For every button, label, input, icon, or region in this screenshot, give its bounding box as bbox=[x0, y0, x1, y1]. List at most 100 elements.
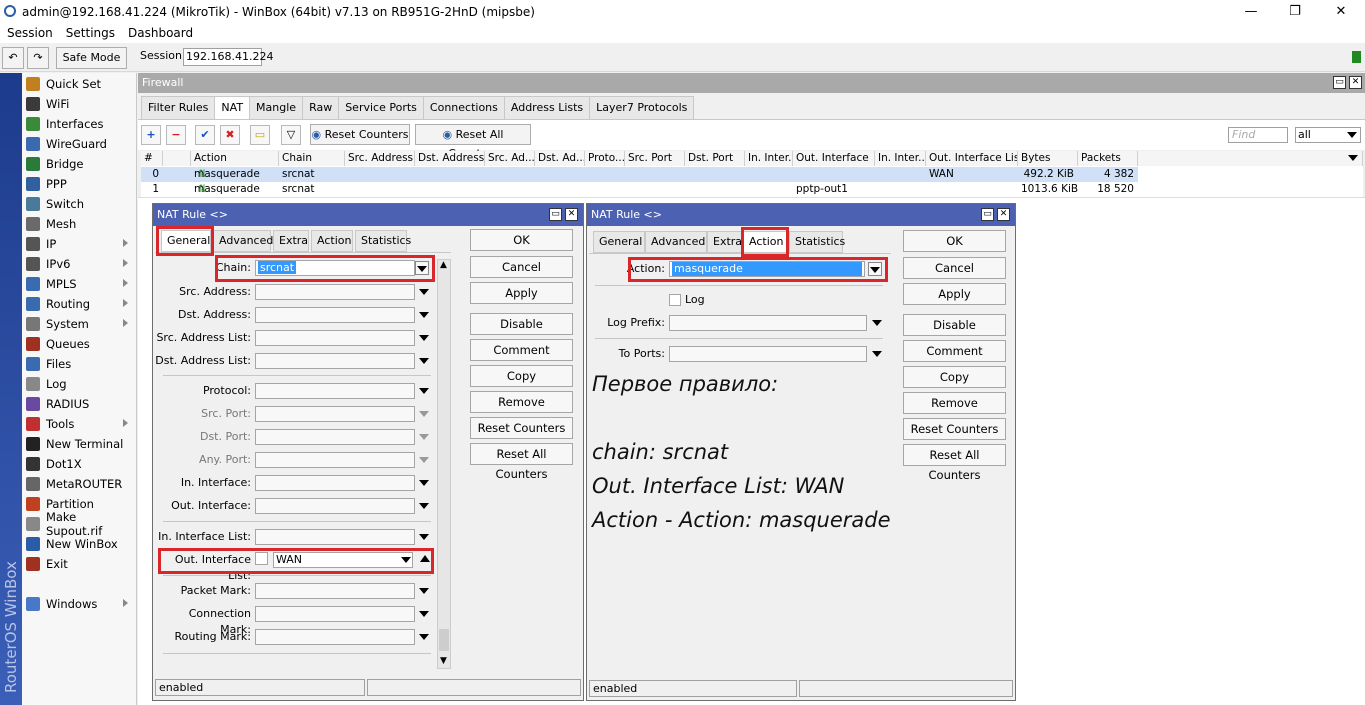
dropdown-arrow-icon[interactable] bbox=[419, 457, 429, 463]
field-protocol[interactable] bbox=[255, 383, 415, 399]
column-header[interactable]: Dst. Port bbox=[685, 151, 745, 166]
column-header[interactable]: Out. Interface List bbox=[926, 151, 1018, 166]
sidebar-item-windows[interactable]: Windows bbox=[22, 594, 136, 614]
sidebar-item-new-winbox[interactable]: New WinBox bbox=[22, 534, 136, 554]
column-header[interactable]: Packets bbox=[1078, 151, 1138, 166]
sidebar-item-tools[interactable]: Tools bbox=[22, 414, 136, 434]
button-remove[interactable]: Remove bbox=[903, 392, 1006, 414]
sidebar-item-mesh[interactable]: Mesh bbox=[22, 214, 136, 234]
sidebar-item-queues[interactable]: Queues bbox=[22, 334, 136, 354]
column-header[interactable]: Chain bbox=[279, 151, 345, 166]
dropdown-arrow-icon[interactable] bbox=[419, 480, 429, 486]
column-header[interactable]: # bbox=[141, 151, 163, 166]
column-header[interactable]: In. Inter... bbox=[745, 151, 793, 166]
tab-service-ports[interactable]: Service Ports bbox=[338, 96, 424, 119]
sidebar-item-ppp[interactable]: PPP bbox=[22, 174, 136, 194]
sidebar-item-switch[interactable]: Switch bbox=[22, 194, 136, 214]
remove-icon[interactable]: − bbox=[166, 125, 186, 145]
column-header[interactable]: Src. Address bbox=[345, 151, 415, 166]
sidebar-item-quick-set[interactable]: Quick Set bbox=[22, 74, 136, 94]
tab-filter-rules[interactable]: Filter Rules bbox=[141, 96, 216, 119]
field-src-address-list[interactable] bbox=[255, 330, 415, 346]
safe-mode-button[interactable]: Safe Mode bbox=[56, 47, 127, 69]
column-menu-icon[interactable] bbox=[1348, 155, 1358, 161]
tab-connections[interactable]: Connections bbox=[422, 96, 505, 119]
dropdown-arrow-icon[interactable] bbox=[419, 611, 429, 617]
comment-icon[interactable]: ▭ bbox=[250, 125, 270, 145]
firewall-close-button[interactable]: ✕ bbox=[1349, 76, 1362, 89]
sidebar-item-ip[interactable]: IP bbox=[22, 234, 136, 254]
dialog-title[interactable]: NAT Rule <> bbox=[153, 204, 583, 226]
tab-raw[interactable]: Raw bbox=[302, 96, 340, 119]
menu-settings[interactable]: Settings bbox=[66, 26, 115, 40]
button-reset-all-counters[interactable]: Reset All Counters bbox=[470, 443, 573, 481]
button-apply[interactable]: Apply bbox=[903, 283, 1006, 305]
button-cancel[interactable]: Cancel bbox=[903, 257, 1006, 279]
tab-address-lists[interactable]: Address Lists bbox=[503, 96, 591, 119]
dropdown-arrow-icon[interactable] bbox=[419, 289, 429, 295]
column-header[interactable]: Action bbox=[191, 151, 279, 166]
field-in-interface-list[interactable] bbox=[255, 529, 415, 545]
dropdown-arrow-icon[interactable] bbox=[872, 320, 882, 326]
dropdown-arrow-icon[interactable] bbox=[419, 411, 429, 417]
tab-layer7-protocols[interactable]: Layer7 Protocols bbox=[589, 96, 695, 119]
column-header[interactable]: Src. Ad... bbox=[485, 151, 535, 166]
button-disable[interactable]: Disable bbox=[470, 313, 573, 335]
tab-general[interactable]: General bbox=[593, 231, 645, 253]
scrollbar[interactable] bbox=[437, 259, 451, 669]
button-reset-counters[interactable]: Reset Counters bbox=[903, 418, 1006, 440]
dialog-close-button[interactable]: ✕ bbox=[565, 208, 578, 221]
reset-counters-button[interactable]: ◉ Reset Counters bbox=[310, 124, 410, 145]
button-comment[interactable]: Comment bbox=[470, 339, 573, 361]
field-dst-address-list[interactable] bbox=[255, 353, 415, 369]
button-ok[interactable]: OK bbox=[470, 229, 573, 251]
dialog-maximize-button[interactable]: ▭ bbox=[981, 208, 994, 221]
sidebar-item-ipv6[interactable]: IPv6 bbox=[22, 254, 136, 274]
column-header[interactable]: In. Inter... bbox=[875, 151, 926, 166]
enable-icon[interactable]: ✔ bbox=[195, 125, 215, 145]
button-copy[interactable]: Copy bbox=[470, 365, 573, 387]
sidebar-item-files[interactable]: Files bbox=[22, 354, 136, 374]
dropdown-arrow-icon[interactable] bbox=[419, 358, 429, 364]
menu-dashboard[interactable]: Dashboard bbox=[128, 26, 193, 40]
log-checkbox[interactable] bbox=[669, 294, 681, 306]
tab-statistics[interactable]: Statistics bbox=[789, 231, 845, 253]
field-out-interface[interactable] bbox=[255, 498, 415, 514]
sidebar-item-make-supout-rif[interactable]: Make Supout.rif bbox=[22, 510, 136, 538]
button-remove[interactable]: Remove bbox=[470, 391, 573, 413]
dialog-maximize-button[interactable]: ▭ bbox=[549, 208, 562, 221]
tab-advanced[interactable]: Advanced bbox=[213, 230, 273, 252]
column-header[interactable]: Bytes bbox=[1018, 151, 1078, 166]
sidebar-item-radius[interactable]: RADIUS bbox=[22, 394, 136, 414]
dropdown-arrow-icon[interactable] bbox=[419, 434, 429, 440]
tab-mangle[interactable]: Mangle bbox=[249, 96, 304, 119]
scrollbar-thumb[interactable] bbox=[439, 629, 449, 651]
field-connection-mark[interactable] bbox=[255, 606, 415, 622]
column-header[interactable] bbox=[163, 151, 191, 166]
dropdown-arrow-icon[interactable] bbox=[419, 588, 429, 594]
sidebar-item-routing[interactable]: Routing bbox=[22, 294, 136, 314]
button-reset-all-counters[interactable]: Reset All Counters bbox=[903, 444, 1006, 482]
sidebar-item-bridge[interactable]: Bridge bbox=[22, 154, 136, 174]
close-button[interactable]: ✕ bbox=[1318, 0, 1364, 23]
tab-extra[interactable]: Extra bbox=[273, 230, 309, 252]
undo-button[interactable]: ↶ bbox=[2, 47, 24, 69]
filter-icon[interactable]: ▽ bbox=[281, 125, 301, 145]
log-prefix-field[interactable] bbox=[669, 315, 867, 331]
disable-icon[interactable]: ✖ bbox=[220, 125, 240, 145]
reset-all-counters-button[interactable]: ◉ Reset All Counters bbox=[415, 124, 531, 160]
field-src-address[interactable] bbox=[255, 284, 415, 300]
button-comment[interactable]: Comment bbox=[903, 340, 1006, 362]
sidebar-item-wifi[interactable]: WiFi bbox=[22, 94, 136, 114]
sidebar-item-system[interactable]: System bbox=[22, 314, 136, 334]
button-cancel[interactable]: Cancel bbox=[470, 256, 573, 278]
dropdown-arrow-icon[interactable] bbox=[419, 388, 429, 394]
filter-select[interactable]: all bbox=[1295, 127, 1361, 143]
column-header[interactable]: Src. Port bbox=[625, 151, 685, 166]
column-header[interactable]: Out. Interface bbox=[793, 151, 875, 166]
column-header[interactable]: Proto... bbox=[585, 151, 625, 166]
button-copy[interactable]: Copy bbox=[903, 366, 1006, 388]
dropdown-arrow-icon[interactable] bbox=[872, 351, 882, 357]
table-row[interactable]: 0 masquerade srcnat WAN 492.2 KiB 4 382 ⇅ bbox=[141, 167, 1138, 182]
scroll-down-icon[interactable]: ▼ bbox=[440, 656, 447, 666]
